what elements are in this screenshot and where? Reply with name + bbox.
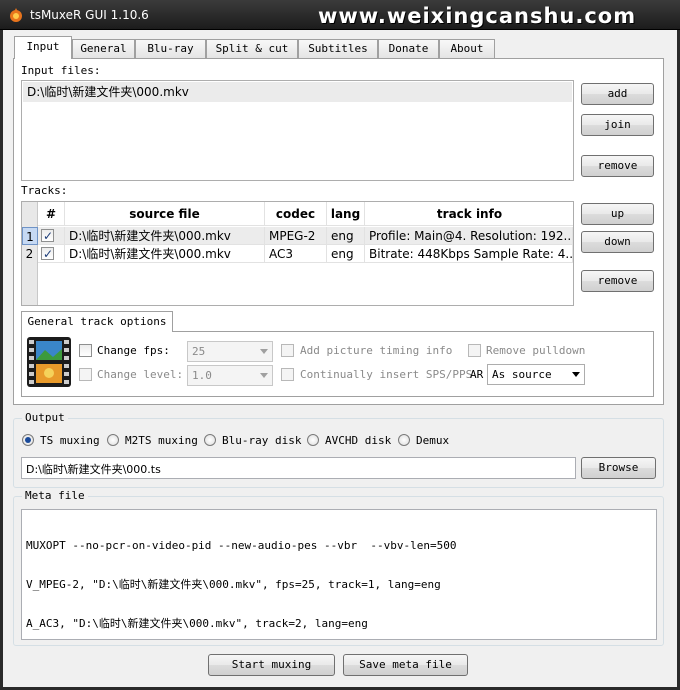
general-track-options-panel: Change fps: 25 Add picture timing info R… — [21, 331, 654, 397]
demux-radio[interactable] — [398, 434, 410, 446]
tab-subtitles[interactable]: Subtitles — [298, 39, 378, 58]
add-picture-timing-checkbox[interactable] — [281, 344, 294, 357]
track-source-cell[interactable]: D:\临时\新建文件夹\000.mkv — [65, 227, 265, 245]
tab-label: Subtitles — [308, 42, 368, 55]
meta-line: MUXOPT --no-pcr-on-video-pid --new-audio… — [26, 539, 457, 552]
add-picture-timing-label: Add picture timing info — [300, 344, 453, 357]
change-fps-label: Change fps: — [97, 344, 170, 357]
output-path-field[interactable]: D:\临时\新建文件夹\000.ts — [21, 457, 576, 479]
start-muxing-button[interactable]: Start muxing — [208, 654, 335, 676]
blu-ray-disk-label: Blu-ray disk — [222, 434, 302, 447]
level-value: 1.0 — [192, 369, 212, 382]
tab-label: General track options — [27, 315, 167, 328]
input-files-list[interactable]: D:\临时\新建文件夹\000.mkv — [21, 80, 574, 181]
change-level-label: Change level: — [97, 368, 184, 381]
input-files-label: Input files: — [21, 64, 101, 77]
tsmuxer-flame-icon — [10, 8, 22, 22]
track-lang-cell[interactable]: eng — [327, 227, 365, 245]
tab-label: Blu-ray — [147, 42, 194, 55]
tab-label: Donate — [388, 42, 429, 55]
avchd-disk-label: AVCHD disk — [325, 434, 392, 447]
tab-donate[interactable]: Donate — [378, 39, 439, 58]
col-header-lang[interactable]: lang — [327, 202, 365, 226]
ar-label: AR — [470, 368, 484, 381]
track-enable-cell — [38, 245, 65, 263]
continually-insert-checkbox[interactable] — [281, 368, 294, 381]
input-file-item[interactable]: D:\临时\新建文件夹\000.mkv — [23, 82, 572, 102]
chevron-down-icon — [572, 372, 580, 377]
meta-file-group-label: Meta file — [22, 489, 88, 502]
change-fps-checkbox[interactable] — [79, 344, 92, 357]
join-button[interactable]: join — [581, 114, 654, 136]
ar-select[interactable]: As source — [487, 364, 585, 385]
track-enable-checkbox[interactable] — [41, 245, 54, 262]
browse-button[interactable]: Browse — [581, 457, 656, 479]
output-group-label: Output — [22, 411, 68, 424]
window-title: tsMuxeR GUI 1.10.6 — [30, 8, 149, 22]
fps-value: 25 — [192, 345, 206, 358]
ts-muxing-label: TS muxing — [40, 434, 100, 447]
ts-muxing-radio[interactable] — [22, 434, 34, 446]
tracks-table[interactable]: # source file codec lang track info 1 D:… — [21, 201, 574, 306]
save-meta-file-button[interactable]: Save meta file — [343, 654, 468, 676]
col-header-checkbox[interactable]: # — [38, 202, 65, 226]
title-bar[interactable]: tsMuxeR GUI 1.10.6 www.weixingcanshu.com — [0, 0, 680, 30]
continually-insert-label: Continually insert SPS/PPS — [300, 368, 473, 381]
remove-pulldown-label: Remove pulldown — [486, 344, 586, 357]
m2ts-muxing-label: M2TS muxing — [125, 434, 198, 447]
tab-split-cut[interactable]: Split & cut — [206, 39, 298, 58]
track-info-cell[interactable]: Bitrate: 448Kbps Sample Rate: 4... — [365, 245, 573, 263]
track-codec-cell[interactable]: MPEG-2 — [265, 227, 327, 245]
meta-file-text[interactable]: MUXOPT --no-pcr-on-video-pid --new-audio… — [21, 509, 657, 640]
change-level-checkbox[interactable] — [79, 368, 92, 381]
tracks-label: Tracks: — [21, 184, 68, 197]
ar-value: As source — [492, 368, 552, 381]
row-number[interactable]: 1 — [22, 227, 38, 245]
track-enable-checkbox[interactable] — [41, 227, 54, 244]
tab-label: About — [450, 42, 484, 55]
demux-label: Demux — [416, 434, 450, 447]
up-button[interactable]: up — [581, 203, 654, 225]
col-header-source-file[interactable]: source file — [65, 202, 265, 226]
remove-file-button[interactable]: remove — [581, 155, 654, 177]
chevron-down-icon — [260, 373, 268, 378]
track-info-cell[interactable]: Profile: Main@4. Resolution: 192... — [365, 227, 573, 245]
track-lang-cell[interactable]: eng — [327, 245, 365, 263]
remove-track-button[interactable]: remove — [581, 270, 654, 292]
tab-label: General — [80, 42, 127, 55]
film-strip-icon — [27, 337, 71, 387]
track-enable-cell — [38, 227, 65, 245]
down-button[interactable]: down — [581, 231, 654, 253]
remove-pulldown-checkbox[interactable] — [468, 344, 481, 357]
tab-input[interactable]: Input — [14, 36, 72, 59]
input-tab-panel: Input files: D:\临时\新建文件夹\000.mkv add joi… — [13, 58, 664, 405]
chevron-down-icon — [260, 349, 268, 354]
track-source-cell[interactable]: D:\临时\新建文件夹\000.mkv — [65, 245, 265, 263]
level-select[interactable]: 1.0 — [187, 365, 273, 386]
table-row[interactable]: 1 D:\临时\新建文件夹\000.mkv MPEG-2 eng Profile… — [22, 227, 573, 245]
blu-ray-disk-radio[interactable] — [204, 434, 216, 446]
tab-general-track-options[interactable]: General track options — [21, 311, 173, 332]
watermark-text: www.weixingcanshu.com — [318, 4, 637, 28]
tab-about[interactable]: About — [439, 39, 495, 58]
track-codec-cell[interactable]: AC3 — [265, 245, 327, 263]
row-number[interactable]: 2 — [22, 245, 38, 263]
tab-blu-ray[interactable]: Blu-ray — [135, 39, 206, 58]
table-row[interactable]: 2 D:\临时\新建文件夹\000.mkv AC3 eng Bitrate: 4… — [22, 245, 573, 263]
meta-line: A_AC3, "D:\临时\新建文件夹\000.mkv", track=2, l… — [26, 617, 368, 630]
fps-select[interactable]: 25 — [187, 341, 273, 362]
tab-label: Input — [26, 40, 60, 53]
add-button[interactable]: add — [581, 83, 654, 105]
col-header-codec[interactable]: codec — [265, 202, 327, 226]
col-header-track-info[interactable]: track info — [365, 202, 573, 226]
avchd-disk-radio[interactable] — [307, 434, 319, 446]
meta-line: V_MPEG-2, "D:\临时\新建文件夹\000.mkv", fps=25,… — [26, 578, 441, 591]
m2ts-muxing-radio[interactable] — [107, 434, 119, 446]
tab-label: Split & cut — [215, 42, 289, 55]
tab-general[interactable]: General — [72, 39, 135, 58]
